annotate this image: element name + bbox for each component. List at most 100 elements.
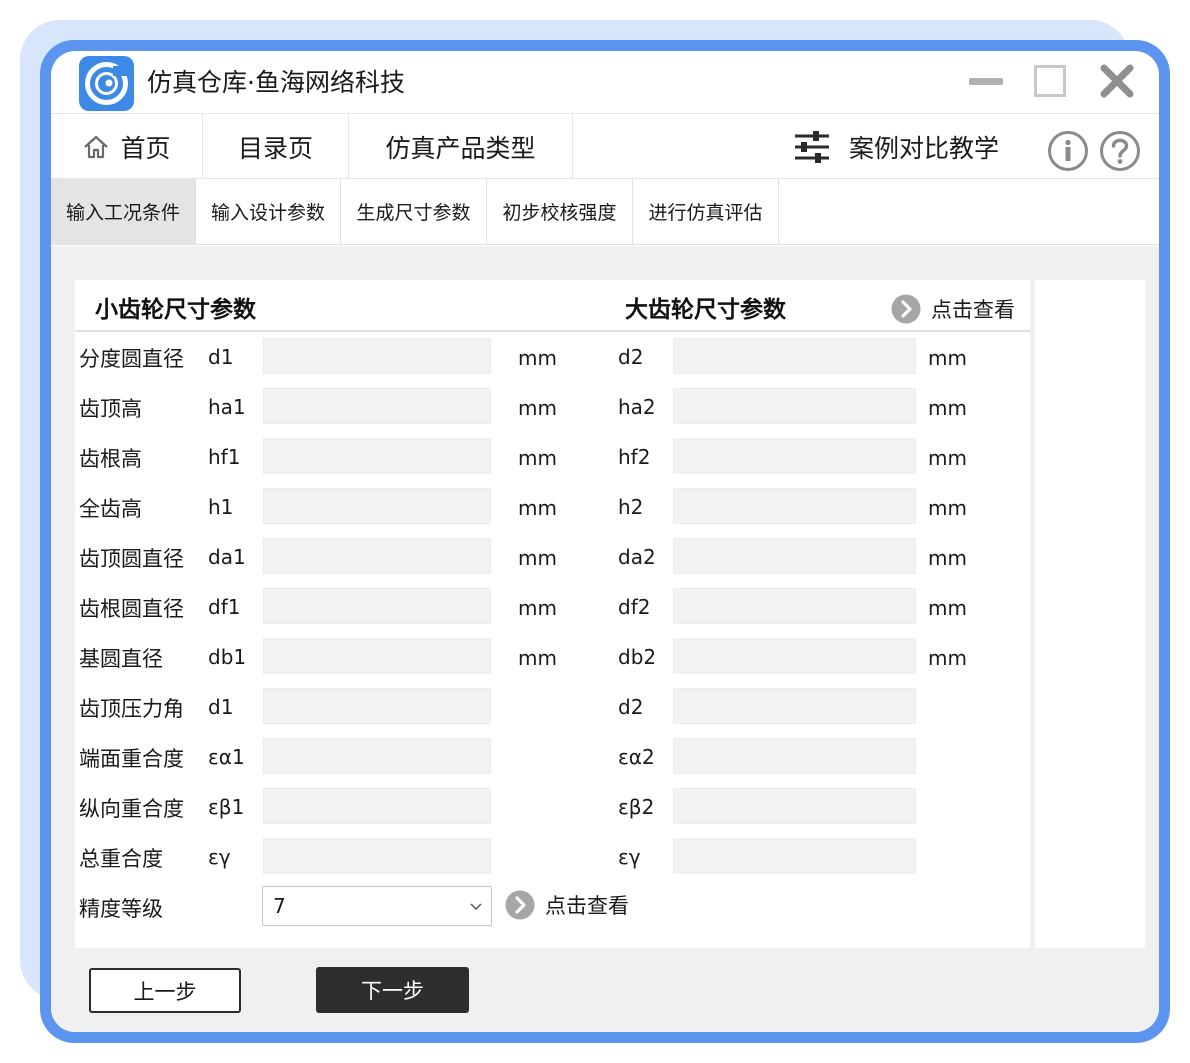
precision-label: 精度等级 [79, 897, 163, 921]
view-details-link[interactable]: 点击查看 [891, 294, 1015, 324]
small-gear-unit: mm [518, 496, 557, 520]
gear-params-panel: 小齿轮尺寸参数 大齿轮尺寸参数 点击查看 分度圆直径 d1 mm d2 mm 齿顶高 ha1… [75, 280, 1030, 948]
large-gear-field[interactable] [673, 538, 916, 574]
info-icon[interactable] [1047, 130, 1089, 172]
tab-design-params[interactable]: 输入设计参数 [196, 179, 341, 244]
small-gear-unit: mm [518, 546, 557, 570]
title-bar: 仿真仓库·鱼海网络科技 [51, 51, 1159, 113]
prev-button[interactable]: 上一步 [89, 968, 241, 1013]
param-label: 基圆直径 [79, 647, 163, 671]
small-gear-field[interactable] [263, 588, 491, 624]
large-gear-symbol: d2 [618, 695, 644, 719]
minimize-icon[interactable] [969, 78, 1003, 85]
large-gear-unit: mm [928, 646, 967, 670]
large-gear-field[interactable] [673, 438, 916, 474]
large-gear-unit: mm [928, 346, 967, 370]
small-gear-unit: mm [518, 346, 557, 370]
small-gear-symbol: h1 [208, 495, 234, 519]
param-row: 齿顶压力角 d1 d2 [75, 686, 1030, 726]
maximize-icon[interactable] [1034, 65, 1066, 97]
arrow-circle-icon [505, 890, 535, 920]
small-gear-field[interactable] [263, 538, 491, 574]
small-gear-field[interactable] [263, 388, 491, 424]
chevron-down-icon [470, 903, 482, 911]
close-icon[interactable] [1097, 61, 1137, 101]
top-nav: 首页 目录页 仿真产品类型 案例对比教学 [51, 113, 1159, 179]
param-row: 全齿高 h1 mm h2 mm [75, 486, 1030, 526]
large-gear-field[interactable] [673, 688, 916, 724]
large-gear-symbol: εβ2 [618, 795, 655, 819]
nav-home-label: 首页 [120, 133, 171, 163]
small-gear-unit: mm [518, 446, 557, 470]
precision-view-link[interactable]: 点击查看 [505, 890, 629, 920]
arrow-circle-icon [891, 294, 921, 324]
small-gear-title: 小齿轮尺寸参数 [95, 297, 256, 323]
param-label: 分度圆直径 [79, 347, 184, 371]
large-gear-symbol: db2 [618, 645, 657, 669]
tab-size-params[interactable]: 生成尺寸参数 [341, 179, 487, 244]
large-gear-unit: mm [928, 546, 967, 570]
large-gear-field[interactable] [673, 638, 916, 674]
large-gear-title: 大齿轮尺寸参数 [625, 297, 786, 323]
large-gear-field[interactable] [673, 838, 916, 874]
small-gear-symbol: εγ [208, 845, 231, 869]
small-gear-field[interactable] [263, 788, 491, 824]
sliders-icon [795, 130, 829, 163]
large-gear-unit: mm [928, 446, 967, 470]
param-row: 分度圆直径 d1 mm d2 mm [75, 336, 1030, 376]
param-label: 端面重合度 [79, 747, 184, 771]
small-gear-field[interactable] [263, 488, 491, 524]
large-gear-symbol: εα2 [618, 745, 655, 769]
param-row: 齿根高 hf1 mm hf2 mm [75, 436, 1030, 476]
param-label: 总重合度 [79, 847, 163, 871]
large-gear-unit: mm [928, 596, 967, 620]
small-gear-field[interactable] [263, 338, 491, 374]
small-gear-symbol: εα1 [208, 745, 245, 769]
help-icon[interactable] [1099, 130, 1141, 172]
large-gear-unit: mm [928, 496, 967, 520]
small-gear-field[interactable] [263, 738, 491, 774]
small-gear-field[interactable] [263, 438, 491, 474]
panel-header: 小齿轮尺寸参数 大齿轮尺寸参数 点击查看 [75, 280, 1030, 332]
large-gear-field[interactable] [673, 338, 916, 374]
param-label: 全齿高 [79, 497, 142, 521]
precision-select[interactable]: 7 [262, 886, 492, 926]
small-gear-unit: mm [518, 646, 557, 670]
small-gear-symbol: db1 [208, 645, 247, 669]
small-gear-field[interactable] [263, 838, 491, 874]
large-gear-field[interactable] [673, 588, 916, 624]
param-row: 端面重合度 εα1 εα2 [75, 736, 1030, 776]
large-gear-symbol: εγ [618, 845, 641, 869]
tab-simulation[interactable]: 进行仿真评估 [633, 179, 779, 244]
param-row: 齿根圆直径 df1 mm df2 mm [75, 586, 1030, 626]
large-gear-symbol: d2 [618, 345, 644, 369]
param-row: 齿顶高 ha1 mm ha2 mm [75, 386, 1030, 426]
nav-home[interactable]: 首页 [51, 114, 203, 179]
nav-product-types[interactable]: 仿真产品类型 [349, 114, 573, 179]
small-gear-field[interactable] [263, 688, 491, 724]
large-gear-field[interactable] [673, 788, 916, 824]
nav-case-compare-label: 案例对比教学 [849, 133, 1000, 163]
param-label: 纵向重合度 [79, 797, 184, 821]
nav-case-compare[interactable]: 案例对比教学 [793, 114, 999, 179]
small-gear-symbol: ha1 [208, 395, 246, 419]
small-gear-symbol: df1 [208, 595, 241, 619]
param-label: 齿顶圆直径 [79, 547, 184, 571]
small-gear-field[interactable] [263, 638, 491, 674]
large-gear-symbol: h2 [618, 495, 644, 519]
tab-strength-check[interactable]: 初步校核强度 [487, 179, 633, 244]
large-gear-field[interactable] [673, 488, 916, 524]
tab-input-conditions[interactable]: 输入工况条件 [51, 179, 196, 244]
large-gear-symbol: da2 [618, 545, 656, 569]
small-gear-unit: mm [518, 596, 557, 620]
param-row: 齿顶圆直径 da1 mm da2 mm [75, 536, 1030, 576]
small-gear-unit: mm [518, 396, 557, 420]
large-gear-field[interactable] [673, 738, 916, 774]
small-gear-symbol: d1 [208, 695, 234, 719]
home-icon [84, 135, 109, 158]
nav-catalog[interactable]: 目录页 [203, 114, 349, 179]
app-title: 仿真仓库·鱼海网络科技 [147, 68, 405, 97]
small-gear-symbol: εβ1 [208, 795, 245, 819]
next-button[interactable]: 下一步 [316, 967, 469, 1013]
large-gear-field[interactable] [673, 388, 916, 424]
